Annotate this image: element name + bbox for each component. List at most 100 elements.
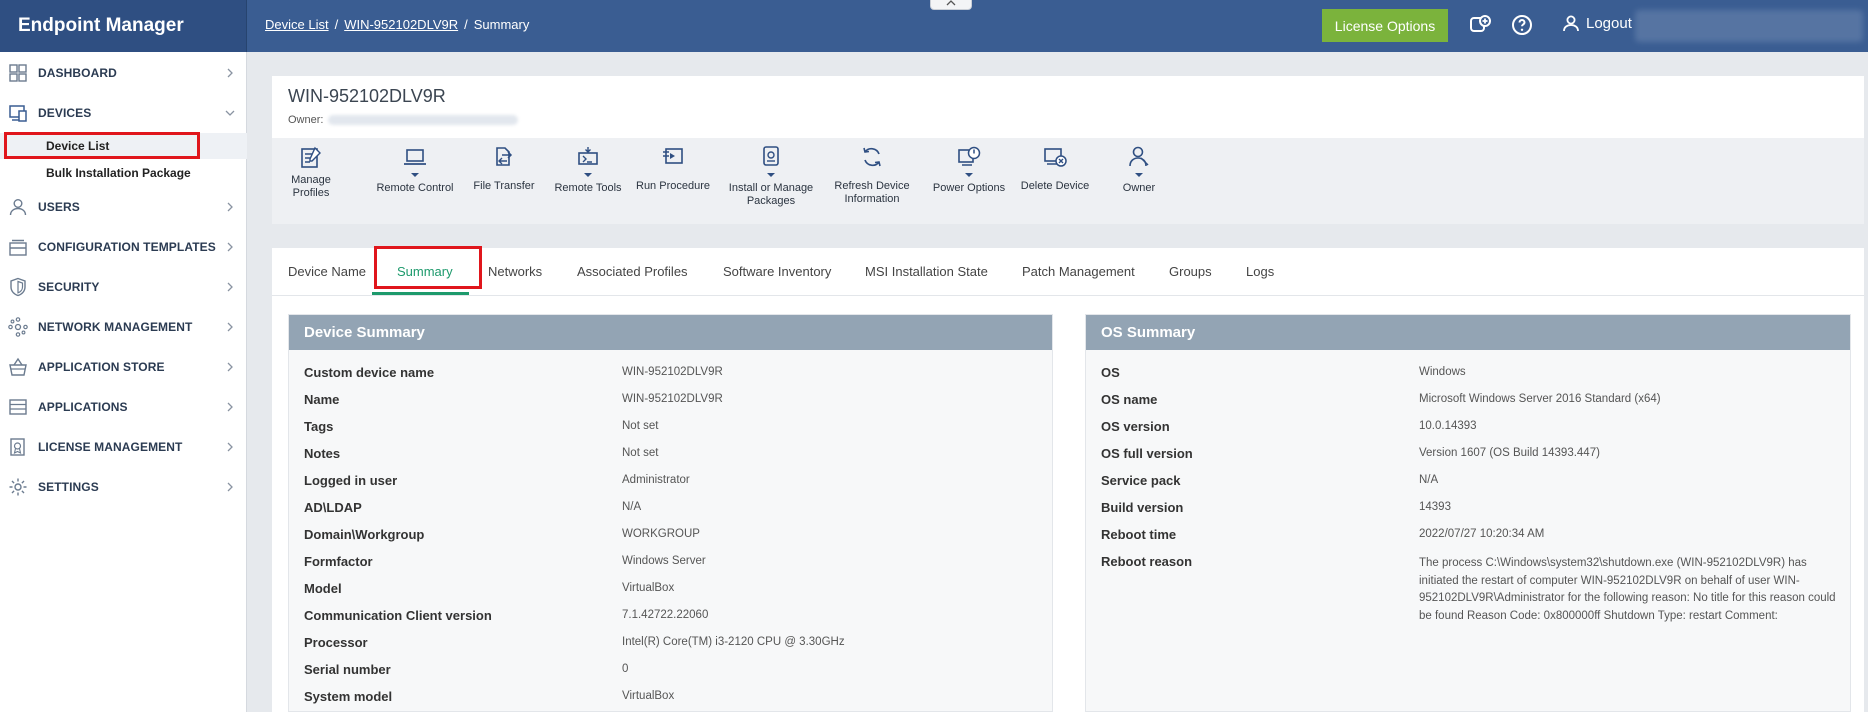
sidebar-item-users[interactable]: USERS [0, 189, 247, 225]
row-value: VirtualBox [622, 690, 675, 702]
row-value: 14393 [1419, 501, 1451, 513]
row-key: OS version [1101, 419, 1170, 434]
row-value: Version 1607 (OS Build 14393.447) [1419, 447, 1600, 459]
sidebar-item-label: APPLICATIONS [38, 400, 128, 414]
run-procedure-button[interactable]: Run Procedure [632, 144, 714, 193]
row-key: Reboot reason [1101, 554, 1193, 569]
remote-tools-button[interactable]: Remote Tools [547, 144, 629, 195]
row-value: Intel(R) Core(TM) i3-2120 CPU @ 3.30GHz [622, 636, 845, 648]
owner-label: Owner: [288, 114, 324, 126]
device-header: WIN-952102DLV9R Owner: [272, 76, 1864, 138]
row-value: N/A [1419, 474, 1439, 486]
row-key: AD\LDAP [304, 500, 362, 515]
caret-down-icon [411, 173, 419, 177]
sidebar-item-label: DASHBOARD [38, 66, 117, 80]
sidebar: DASHBOARD DEVICES Device List Bulk Insta… [0, 52, 247, 712]
row-key: OS [1101, 365, 1120, 380]
tab-logs[interactable]: Logs [1246, 264, 1274, 279]
delete-device-button[interactable]: Delete Device [1018, 144, 1092, 193]
sidebar-item-devices[interactable]: DEVICES [0, 95, 247, 131]
chevron-right-icon [227, 282, 233, 292]
chevron-right-icon [227, 202, 233, 212]
tab-summary[interactable]: Summary [397, 264, 453, 279]
chevron-down-icon [225, 110, 235, 116]
sidebar-item-applications[interactable]: APPLICATIONS [0, 389, 247, 425]
sidebar-item-network-management[interactable]: NETWORK MANAGEMENT [0, 309, 247, 345]
chevron-right-icon [227, 442, 233, 452]
tab-patch-management[interactable]: Patch Management [1022, 264, 1135, 279]
app-title[interactable]: Endpoint Manager [0, 0, 247, 52]
row-value: Windows Server [622, 555, 706, 567]
row-value: WORKGROUP [622, 528, 700, 540]
row-key: OS name [1101, 392, 1158, 407]
install-manage-packages-button[interactable]: Install or Manage Packages [722, 144, 820, 208]
sidebar-item-label: NETWORK MANAGEMENT [38, 320, 193, 334]
row-value: WIN-952102DLV9R [622, 393, 723, 405]
add-device-icon[interactable] [1468, 13, 1492, 37]
tab-associated-profiles[interactable]: Associated Profiles [577, 264, 688, 279]
chevron-right-icon [227, 322, 233, 332]
sidebar-item-dashboard[interactable]: DASHBOARD [0, 55, 247, 91]
remote-control-button[interactable]: Remote Control [376, 144, 454, 195]
tab-networks[interactable]: Networks [488, 264, 542, 279]
gear-icon [9, 478, 27, 496]
tool-label: Delete Device [1020, 180, 1090, 192]
caret-down-icon [1135, 173, 1143, 177]
sidebar-item-settings[interactable]: SETTINGS [0, 469, 247, 505]
user-icon [9, 199, 27, 216]
row-key: Name [304, 392, 340, 407]
sidebar-item-security[interactable]: SECURITY [0, 269, 247, 305]
page-title: WIN-952102DLV9R [288, 86, 446, 106]
breadcrumb-separator: / [464, 17, 468, 32]
row-value: Not set [622, 420, 659, 432]
manage-profiles-icon [301, 146, 321, 168]
manage-profiles-button[interactable]: Manage Profiles [280, 144, 342, 200]
tool-label: Install or Manage Packages [728, 182, 814, 207]
sidebar-item-license-management[interactable]: LICENSE MANAGEMENT [0, 429, 247, 465]
tab-msi-installation-state[interactable]: MSI Installation State [865, 264, 988, 279]
refresh-device-information-button[interactable]: Refresh Device Information [824, 144, 920, 206]
delete-device-icon [1044, 148, 1067, 167]
help-icon[interactable] [1510, 13, 1534, 37]
breadcrumb-device[interactable]: WIN-952102DLV9R [344, 17, 458, 32]
tool-label: Manage Profiles [291, 174, 331, 199]
sidebar-item-label: SETTINGS [38, 480, 99, 494]
chevron-right-icon [227, 68, 233, 78]
row-key: Communication Client version [304, 608, 492, 623]
sidebar-item-configuration-templates[interactable]: CONFIGURATION TEMPLATES [0, 229, 247, 265]
row-value: Windows [1419, 366, 1466, 378]
tab-software-inventory[interactable]: Software Inventory [723, 264, 831, 279]
os-summary-panel: OS Summary OS Windows OS name Microsoft Wi… [1085, 314, 1851, 712]
chevron-right-icon [227, 362, 233, 372]
logout-button[interactable]: Logout [1562, 14, 1632, 32]
sidebar-subitem-device-list[interactable]: Device List [0, 133, 247, 159]
row-key: Build version [1101, 500, 1184, 515]
remote-tools-icon [578, 147, 598, 165]
collapse-header-button[interactable] [930, 0, 972, 10]
chevron-right-icon [227, 482, 233, 492]
file-transfer-button[interactable]: File Transfer [470, 144, 538, 193]
caret-down-icon [965, 173, 973, 177]
row-value: WIN-952102DLV9R [622, 366, 723, 378]
row-value: Not set [622, 447, 659, 459]
chevron-right-icon [227, 402, 233, 412]
row-value: VirtualBox [622, 582, 675, 594]
license-options-button[interactable]: License Options [1322, 9, 1448, 42]
logout-label: Logout [1586, 14, 1632, 32]
sidebar-item-application-store[interactable]: APPLICATION STORE [0, 349, 247, 385]
tool-label: Owner [1122, 182, 1156, 194]
owner-button[interactable]: Owner [1104, 144, 1174, 195]
os-summary-title: OS Summary [1086, 315, 1850, 350]
user-icon [1563, 15, 1579, 32]
tool-label: Refresh Device Information [834, 180, 910, 205]
row-value: Administrator [622, 474, 690, 486]
power-options-button[interactable]: Power Options [928, 144, 1010, 195]
chevron-right-icon [227, 242, 233, 252]
breadcrumb-device-list[interactable]: Device List [265, 17, 329, 32]
grid-icon [9, 64, 27, 82]
tab-groups[interactable]: Groups [1169, 264, 1212, 279]
package-icon [763, 146, 779, 166]
sidebar-subitem-bulk-installation[interactable]: Bulk Installation Package [0, 160, 247, 186]
user-account-redacted [1635, 10, 1863, 42]
tab-device-name[interactable]: Device Name [288, 264, 366, 279]
